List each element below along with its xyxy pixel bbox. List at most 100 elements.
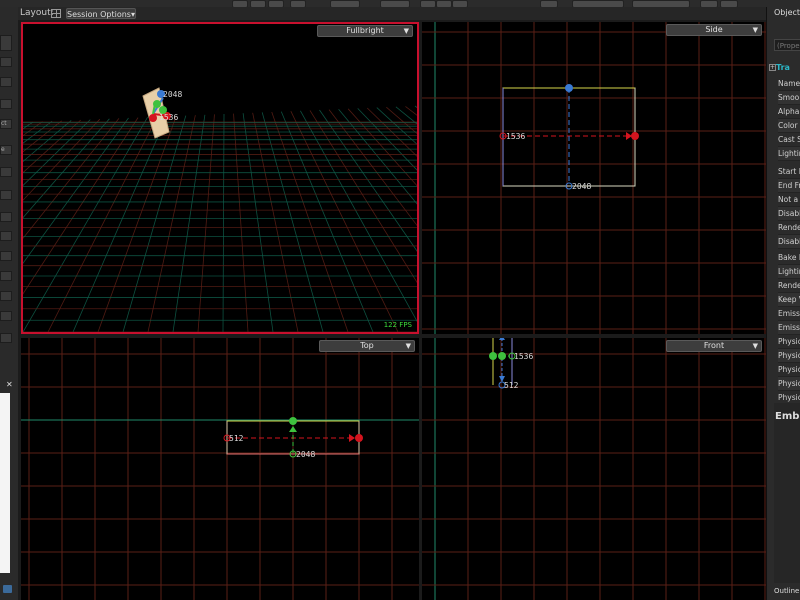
property-row[interactable]: Color	[778, 119, 800, 133]
left-panel-item[interactable]	[0, 77, 12, 87]
gizmo-handle	[289, 417, 297, 425]
side-canvas[interactable]: 1536 2048	[422, 22, 766, 334]
property-row[interactable]: Start F	[778, 165, 800, 179]
left-panel-item[interactable]	[0, 167, 12, 177]
left-panel-item[interactable]: ct	[0, 119, 12, 129]
left-panel-item[interactable]	[0, 291, 12, 301]
properties-search-input[interactable]: (Proper	[774, 39, 800, 51]
front-canvas[interactable]: 1536 512	[422, 338, 766, 600]
left-panel-item[interactable]	[0, 231, 12, 241]
grid-line	[23, 117, 129, 264]
grid-line	[23, 117, 139, 295]
viewport-front[interactable]: 1536 512 Front ▼	[422, 338, 766, 600]
viewport-mode-dropdown[interactable]: Fullbright ▼	[317, 25, 413, 37]
grid-line	[271, 111, 349, 332]
chevron-down-icon[interactable]	[3, 585, 12, 593]
grid-line	[97, 115, 177, 332]
gizmo-handle	[489, 352, 497, 360]
grid-line	[242, 113, 274, 332]
viewport-side[interactable]: 1536 2048 Side ▼	[422, 22, 766, 334]
left-panel-item[interactable]	[0, 99, 12, 109]
property-row[interactable]: Disabl	[778, 207, 800, 221]
property-row[interactable]: Physic	[778, 335, 800, 349]
property-row[interactable]: Rende	[778, 221, 800, 235]
viewport-mode-dropdown[interactable]: Front ▼	[666, 340, 762, 352]
viewport-mode-dropdown[interactable]: Side ▼	[666, 24, 762, 36]
grid-line	[405, 106, 417, 116]
property-row[interactable]: Smoo	[778, 91, 800, 105]
perspective-canvas[interactable]: 2048 1536	[23, 24, 417, 332]
gizmo-handle	[355, 434, 363, 442]
left-panel-item[interactable]	[0, 57, 12, 67]
grid-line	[23, 120, 53, 144]
grid-line	[309, 110, 417, 283]
property-row[interactable]: Not a	[778, 193, 800, 207]
left-panel-item[interactable]	[0, 251, 12, 261]
property-row[interactable]: Lightin	[778, 265, 800, 279]
viewport-perspective[interactable]: 2048 1536 Fullbright ▼ 122 FPS	[21, 22, 419, 334]
layout-label: Layout:	[20, 8, 54, 18]
viewport-top[interactable]: 512 2048 Top ▼	[21, 338, 419, 600]
embed-section-label: Emb	[775, 411, 800, 422]
gizmo-handle	[631, 132, 639, 140]
gizmo-handle	[565, 84, 573, 92]
left-panel-item[interactable]	[0, 190, 12, 200]
property-row[interactable]: Emissi	[778, 321, 800, 335]
property-row[interactable]: Physic	[778, 349, 800, 363]
property-row[interactable]: Physic	[778, 377, 800, 391]
chevron-down-icon: ▼	[752, 342, 758, 350]
grid-line	[23, 121, 34, 130]
embed-section	[774, 403, 800, 583]
property-row[interactable]: Lightin	[778, 147, 800, 161]
property-row[interactable]: End Fr	[778, 179, 800, 193]
property-row[interactable]: Emissi	[778, 307, 800, 321]
grid-line	[147, 115, 196, 332]
section-header-label[interactable]: Tra	[776, 63, 790, 72]
viewport-mode-dropdown[interactable]: Top ▼	[319, 340, 415, 352]
gizmo-label: 1536	[159, 113, 178, 122]
chevron-down-icon: ▼	[405, 342, 411, 350]
property-row[interactable]: Keep V	[778, 293, 800, 307]
grid-line	[366, 107, 417, 157]
object-properties-panel: Object P (Proper + Tra NameSmooAlphaColo…	[766, 7, 800, 600]
property-row[interactable]: Name	[778, 77, 800, 91]
property-row[interactable]: Cast S	[778, 133, 800, 147]
grid-line	[376, 107, 417, 145]
property-row[interactable]: Rende	[778, 279, 800, 293]
left-panel-item[interactable]	[0, 311, 12, 321]
grid-line	[280, 111, 374, 332]
property-row[interactable]: Bake L	[778, 251, 800, 265]
grid-line	[357, 108, 417, 171]
viewport-mode-label: Side	[705, 25, 723, 34]
left-panel-item[interactable]	[0, 333, 12, 343]
session-options-button[interactable]: Session Options▾	[66, 8, 136, 19]
gizmo-arrow	[626, 132, 632, 140]
gizmo-label: 1536	[514, 352, 533, 361]
property-row[interactable]: Physic	[778, 363, 800, 377]
fps-counter: 122 FPS	[383, 321, 412, 329]
outliner-tab[interactable]: Outline	[774, 587, 799, 595]
property-row[interactable]: Disabl	[778, 235, 800, 249]
grid-line	[395, 106, 417, 125]
layout-grid-icon[interactable]	[51, 9, 61, 18]
gizmo-handle	[149, 114, 157, 122]
close-icon[interactable]: ✕	[6, 380, 13, 389]
top-canvas[interactable]: 512 2048	[21, 338, 419, 600]
grid-line	[319, 109, 417, 252]
left-panel-item[interactable]	[0, 271, 12, 281]
left-panel-item[interactable]	[0, 35, 12, 51]
property-row[interactable]: Alpha	[778, 105, 800, 119]
chevron-down-icon: ▼	[752, 26, 758, 34]
gizmo-arrow	[289, 426, 297, 432]
grid-line	[23, 120, 62, 153]
left-panel: ct e ✕	[0, 7, 18, 600]
grid-line	[252, 112, 299, 332]
viewport-mode-label: Top	[360, 341, 374, 350]
left-panel-list[interactable]	[0, 393, 10, 573]
gizmo-arrow	[349, 434, 355, 442]
left-panel-item[interactable]: e	[0, 145, 12, 155]
gizmo-label: 2048	[572, 182, 591, 191]
grid-line	[23, 118, 101, 201]
left-panel-item[interactable]	[0, 212, 12, 222]
expand-icon[interactable]: +	[769, 64, 776, 71]
